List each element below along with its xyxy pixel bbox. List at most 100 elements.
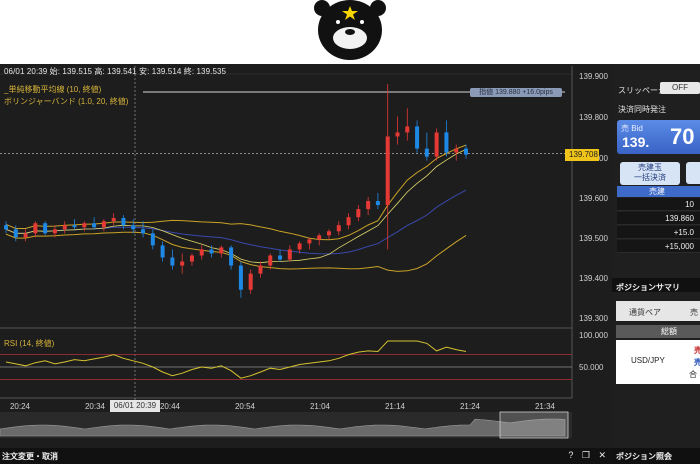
summary-title: ポジションサマリ	[616, 283, 680, 292]
tab-currency-pair[interactable]: 通貨ペア	[629, 307, 661, 318]
tab-sell[interactable]: 売	[690, 307, 698, 318]
time-axis-label: 21:14	[384, 402, 406, 411]
help-icon[interactable]: ?	[568, 450, 573, 460]
candle-body	[444, 132, 449, 153]
candle-body	[131, 225, 136, 230]
candle-body	[52, 229, 57, 234]
price-axis-label: 139.600	[579, 194, 608, 203]
close-all-sell-button[interactable]: 売建玉 一括決済	[620, 162, 680, 185]
candle-body	[268, 255, 273, 266]
time-axis-label: 20:34	[84, 402, 106, 411]
candle-body	[287, 249, 292, 260]
price-axis-label: 139.900	[579, 72, 608, 81]
candle-body	[366, 201, 371, 210]
candle-body	[278, 255, 283, 260]
sma-legend[interactable]: _単純移動平均線 (10, 終値)	[4, 84, 101, 95]
candle-body	[82, 223, 87, 228]
candle-body	[111, 217, 116, 222]
bollinger-legend[interactable]: ボリンジャーバンド (1.0, 20, 終値)	[4, 96, 128, 107]
candle-body	[180, 261, 185, 266]
rsi-axis-label: 100.000	[579, 331, 608, 340]
settle-order-label: 決済同時発注	[618, 105, 666, 114]
sell-position-header: 売建	[617, 186, 700, 197]
current-price-tag: 139.708	[565, 149, 599, 161]
slippage-label: スリッページ	[618, 86, 666, 95]
candle-body	[160, 245, 165, 258]
order-modify-title: 注文変更・取消	[2, 452, 58, 461]
summary-side-buy: 売	[694, 358, 700, 367]
position-quantity: 10	[617, 198, 700, 211]
bid-price-prefix: 139.	[622, 134, 650, 150]
order-line-tag[interactable]: 指値 139.880 +16.0pips	[470, 88, 562, 97]
candle-body	[209, 249, 214, 254]
candle-body	[405, 126, 410, 133]
candle-body	[317, 235, 322, 240]
candle-body	[248, 273, 253, 290]
close-all-line2: 一括決済	[634, 173, 666, 182]
candle-body	[464, 148, 468, 155]
candle-body	[424, 148, 429, 157]
navigator-window	[499, 411, 569, 439]
candle-body	[454, 148, 459, 153]
candle-body	[62, 225, 67, 230]
rsi-line	[5, 340, 467, 379]
candle-body	[199, 249, 204, 256]
time-axis-label: 21:24	[459, 402, 481, 411]
candle-body	[121, 217, 126, 226]
candle-body	[434, 132, 439, 157]
candle-body	[219, 247, 224, 254]
candle-body	[189, 255, 194, 262]
candle-body	[415, 126, 420, 149]
time-axis-label: 21:34	[534, 402, 556, 411]
close-icon[interactable]: ✕	[598, 450, 606, 460]
candle-body	[258, 265, 263, 274]
candle-body	[92, 223, 97, 228]
summary-total-header: 総額	[616, 325, 700, 338]
price-axis-label: 139.500	[579, 234, 608, 243]
price-axis-label: 139.800	[579, 113, 608, 122]
candle-body	[13, 229, 18, 238]
candle-body	[229, 247, 234, 266]
candle-body	[356, 209, 361, 218]
candle-body	[33, 223, 38, 234]
time-axis-label: 21:04	[309, 402, 331, 411]
position-avg-price: 139.860	[617, 212, 700, 225]
candle-body	[43, 223, 48, 234]
time-axis-label: 20:44	[159, 402, 181, 411]
bid-price-pips: 70	[670, 124, 695, 149]
summary-side-total: 合	[689, 370, 697, 379]
candle-body	[23, 233, 28, 238]
window-controls: ? ❐ ✕	[562, 450, 606, 461]
slippage-toggle[interactable]: OFF	[660, 82, 700, 94]
candle-body	[4, 225, 8, 230]
candle-body	[307, 239, 312, 244]
restore-icon[interactable]: ❐	[582, 450, 590, 460]
bollinger-middle-band	[5, 189, 467, 255]
sma-line	[5, 149, 467, 264]
position-inquiry-title: ポジション照会	[616, 452, 672, 461]
price-axis-label: 139.400	[579, 274, 608, 283]
time-axis-label: 20:54	[234, 402, 256, 411]
crosshair-time-label: 06/01 20:39	[110, 400, 160, 412]
bollinger-lower-band	[5, 231, 467, 272]
rsi-axis-label: 50.000	[579, 363, 604, 372]
candle-body	[385, 136, 390, 206]
candle-body	[395, 132, 400, 137]
ohlc-info-line: 06/01 20:39 始: 139.515 高: 139.541 安: 139…	[4, 67, 227, 76]
candle-body	[336, 225, 341, 232]
candle-body	[141, 229, 146, 234]
candle-body	[150, 233, 155, 246]
close-all-buy-button[interactable]	[686, 162, 700, 184]
candle-body	[346, 217, 351, 226]
summary-side-sell: 売	[694, 346, 700, 355]
candle-body	[297, 243, 302, 250]
candle-body	[72, 225, 77, 228]
position-pnl: +15,000	[617, 240, 700, 253]
candle-body	[101, 221, 106, 228]
close-all-line1: 売建玉	[638, 163, 662, 172]
candle-body	[375, 201, 380, 206]
rsi-legend[interactable]: RSI (14, 終値)	[4, 338, 54, 349]
candle-body	[326, 231, 331, 236]
candle-body	[238, 265, 243, 290]
bid-label: 売 Bid	[621, 124, 643, 133]
